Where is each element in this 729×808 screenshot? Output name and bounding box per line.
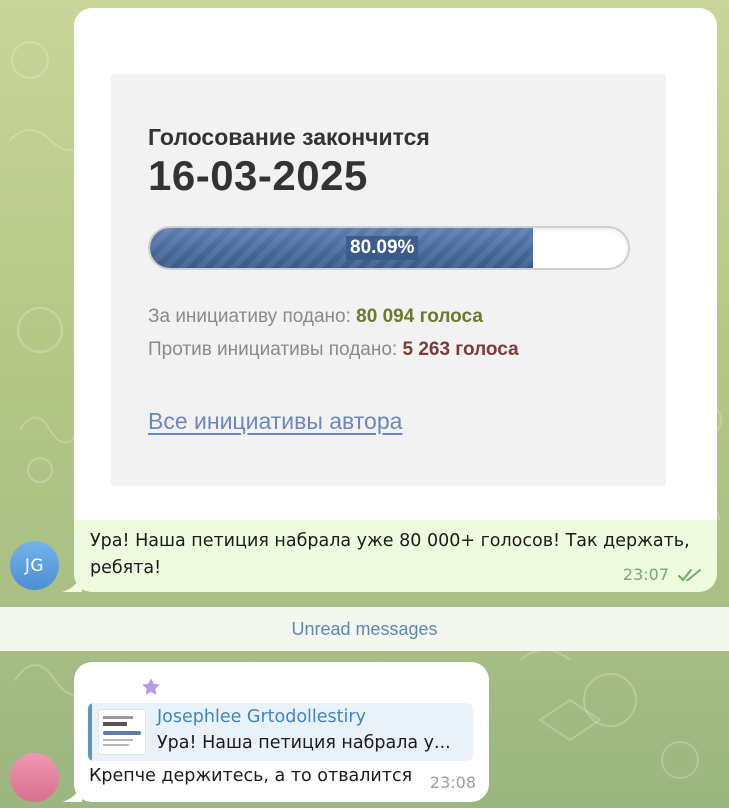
vote-progress-fill [150, 228, 533, 268]
message-photo[interactable]: Голосование закончится 16-03-2025 80.09%… [74, 8, 717, 520]
vote-progress-bar: 80.09% [148, 226, 630, 270]
avatar[interactable]: JG [10, 541, 59, 590]
votes-against-label: Против инициативы подано: [148, 339, 398, 360]
reply-author: Josephlee Grtodollestiry [157, 707, 366, 727]
vote-progress-label: 80.09% [346, 236, 419, 260]
message-time: 23:07 [622, 565, 669, 584]
message-bubble-outgoing[interactable]: Голосование закончится 16-03-2025 80.09%… [74, 8, 717, 592]
reply-thumbnail [98, 709, 146, 755]
star-icon[interactable] [140, 676, 162, 698]
votes-for-line: За инициативу подано: 80 094 голоса [148, 306, 483, 328]
message-text: Крепче держитесь, а то отвалится [89, 766, 413, 786]
message-bubble-incoming[interactable]: Josephlee Grtodollestiry Ура! Наша петиц… [74, 662, 489, 802]
reply-text: Ура! Наша петиция набрала у... [157, 733, 451, 753]
unread-messages-label: Unread messages [291, 618, 438, 639]
vote-end-title: Голосование закончится [148, 124, 430, 150]
message-meta: 23:07 [623, 565, 705, 584]
votes-for-value: 80 094 голоса [356, 306, 483, 327]
message-caption: Ура! Наша петиция набрала уже 80 000+ го… [90, 531, 690, 578]
reply-accent-bar [88, 703, 92, 761]
unread-messages-divider: Unread messages [0, 607, 729, 651]
bubble-tail [62, 574, 82, 592]
double-check-icon [678, 568, 701, 581]
petition-vote-card: Голосование закончится 16-03-2025 80.09%… [111, 74, 666, 486]
votes-for-label: За инициативу подано: [148, 306, 351, 327]
vote-end-date: 16-03-2025 [148, 152, 368, 199]
votes-against-value: 5 263 голоса [402, 339, 519, 360]
author-initiatives-link: Все инициативы автора [148, 408, 403, 434]
reply-preview[interactable]: Josephlee Grtodollestiry Ура! Наша петиц… [88, 703, 473, 761]
votes-against-line: Против инициативы подано: 5 263 голоса [148, 339, 519, 361]
bubble-tail [62, 784, 82, 802]
message-time: 23:08 [429, 773, 476, 792]
avatar[interactable] [10, 753, 59, 802]
